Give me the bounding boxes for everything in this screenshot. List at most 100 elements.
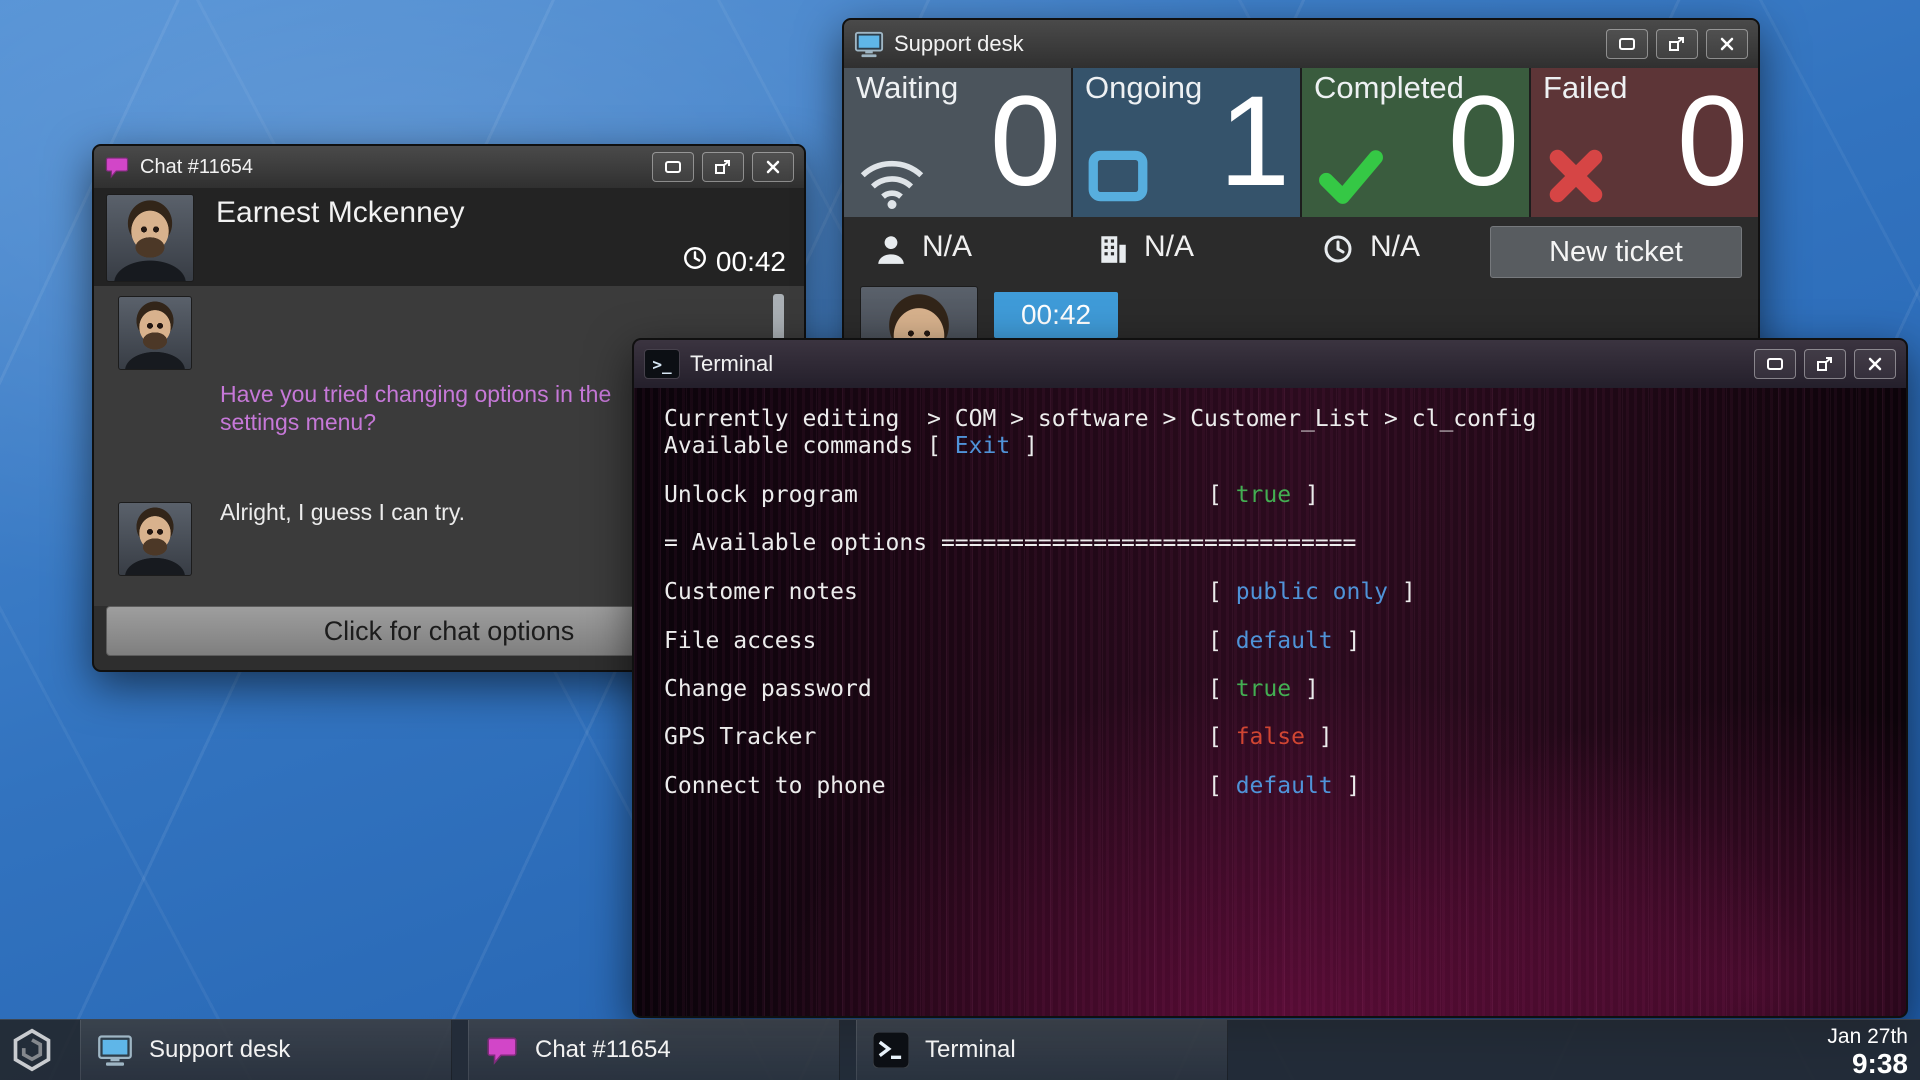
bracket: [: [1208, 676, 1236, 702]
terminal-option-row: Change password[ true ]: [664, 676, 1886, 702]
support-window-controls: [1606, 29, 1748, 59]
message-avatar: [118, 502, 192, 576]
ongoing-window-icon: [1085, 143, 1151, 209]
bracket: [: [1208, 724, 1236, 750]
wifi-icon: [856, 155, 928, 209]
tile-failed: Failed 0: [1531, 68, 1758, 217]
popout-button[interactable]: [1804, 349, 1846, 379]
option-value[interactable]: false: [1236, 724, 1305, 750]
building-icon: [1096, 232, 1130, 266]
option-label: Unlock program: [664, 482, 1208, 508]
customer-value: N/A: [922, 230, 972, 264]
minimize-button[interactable]: [1606, 29, 1648, 59]
start-logo[interactable]: [8, 1026, 56, 1074]
popout-button[interactable]: [1656, 29, 1698, 59]
time-value: N/A: [1370, 230, 1420, 264]
support-desk-titlebar[interactable]: Support desk: [844, 20, 1758, 69]
bracket: [: [1208, 773, 1236, 799]
terminal-window: >_ Terminal Currently editing > COM > so…: [632, 338, 1908, 1018]
tile-ongoing: Ongoing 1: [1073, 68, 1300, 217]
tile-label: Waiting: [856, 70, 958, 106]
taskbar: Support desk Chat #11654 Terminal Jan 27…: [0, 1019, 1920, 1080]
chat-message: Alright, I guess I can try.: [220, 498, 680, 526]
exit-command[interactable]: Exit: [955, 433, 1010, 459]
chat-contact-header: Earnest Mckenney 00:42: [94, 188, 804, 287]
tile-label: Completed: [1314, 70, 1464, 106]
chat-titlebar[interactable]: Chat #11654: [94, 146, 804, 189]
minimize-button[interactable]: [652, 152, 694, 182]
tile-label: Ongoing: [1085, 70, 1202, 106]
clock-icon: [1322, 233, 1354, 265]
bracket: ]: [1388, 579, 1416, 605]
terminal-option-row: Unlock program[ true ]: [664, 482, 1886, 508]
tile-label: Failed: [1543, 70, 1627, 106]
bracket: ]: [1291, 482, 1319, 508]
status-tiles: Waiting 0 Ongoing 1 Completed 0: [844, 68, 1758, 217]
tile-count: 0: [1448, 68, 1519, 216]
taskbar-date: Jan 27th: [1827, 1024, 1908, 1049]
terminal-option-row: File access[ default ]: [664, 628, 1886, 654]
contact-name: Earnest Mckenney: [216, 196, 464, 230]
checkmark-icon: [1314, 143, 1388, 209]
popout-button[interactable]: [702, 152, 744, 182]
terminal-titlebar[interactable]: >_ Terminal: [634, 340, 1906, 389]
taskbar-item-label: Chat #11654: [535, 1036, 671, 1064]
tile-count: 0: [990, 68, 1061, 216]
terminal-output: Currently editing > COM > software > Cus…: [634, 388, 1906, 1016]
bracket: [: [1208, 482, 1236, 508]
ticket-timer-chip[interactable]: 00:42: [994, 292, 1118, 338]
bracket: ]: [1333, 773, 1361, 799]
person-icon: [874, 232, 908, 266]
clock-icon: [682, 245, 708, 278]
chat-message: Have you tried changing options in the s…: [220, 380, 660, 436]
bracket: ]: [1333, 628, 1361, 654]
tile-count: 1: [1219, 68, 1290, 216]
close-button[interactable]: [1854, 349, 1896, 379]
terminal-option-row: Customer notes[ public only ]: [664, 579, 1886, 605]
taskbar-item-support-desk[interactable]: Support desk: [80, 1020, 452, 1080]
commands-prefix: Available commands [: [664, 433, 955, 459]
option-value[interactable]: default: [1236, 628, 1333, 654]
terminal-option-row: Connect to phone[ default ]: [664, 773, 1886, 799]
taskbar-clock: Jan 27th 9:38: [1827, 1024, 1908, 1079]
chat-window-title: Chat #11654: [140, 156, 253, 179]
monitor-icon: [97, 1032, 133, 1068]
commands-suffix: ]: [1010, 433, 1038, 459]
terminal-window-controls: [1754, 349, 1896, 379]
desktop: Chat #11654 Earnest Mckenney 0 0: [0, 0, 1920, 1080]
new-ticket-button[interactable]: New ticket: [1490, 226, 1742, 278]
option-label: Customer notes: [664, 579, 1208, 605]
taskbar-time: 9:38: [1827, 1049, 1908, 1079]
close-button[interactable]: [752, 152, 794, 182]
close-button[interactable]: [1706, 29, 1748, 59]
bracket: ]: [1305, 724, 1333, 750]
option-label: Connect to phone: [664, 773, 1208, 799]
chat-bubble-icon: [104, 154, 130, 180]
option-value[interactable]: public only: [1236, 579, 1388, 605]
contact-avatar: [106, 194, 194, 282]
chat-bubble-icon: [485, 1033, 519, 1067]
option-label: File access: [664, 628, 1208, 654]
taskbar-item-chat[interactable]: Chat #11654: [468, 1020, 840, 1080]
bracket: [: [1208, 579, 1236, 605]
option-label: Change password: [664, 676, 1208, 702]
terminal-commands-line: Available commands [ Exit ]: [664, 433, 1886, 459]
company-value: N/A: [1144, 230, 1194, 264]
taskbar-item-terminal[interactable]: Terminal: [856, 1020, 1228, 1080]
terminal-path-line: Currently editing > COM > software > Cus…: [664, 406, 1886, 432]
x-mark-icon: [1543, 143, 1609, 209]
monitor-icon: [854, 29, 884, 59]
message-avatar: [118, 296, 192, 370]
terminal-icon: >_: [644, 349, 680, 379]
option-value[interactable]: default: [1236, 773, 1333, 799]
option-value[interactable]: true: [1236, 482, 1291, 508]
chat-window-controls: [652, 152, 794, 182]
option-label: GPS Tracker: [664, 724, 1208, 750]
option-value[interactable]: true: [1236, 676, 1291, 702]
terminal-icon: [873, 1032, 909, 1068]
tile-waiting: Waiting 0: [844, 68, 1071, 217]
tile-count: 0: [1677, 68, 1748, 216]
bracket: ]: [1291, 676, 1319, 702]
minimize-button[interactable]: [1754, 349, 1796, 379]
support-desk-title: Support desk: [894, 31, 1024, 57]
